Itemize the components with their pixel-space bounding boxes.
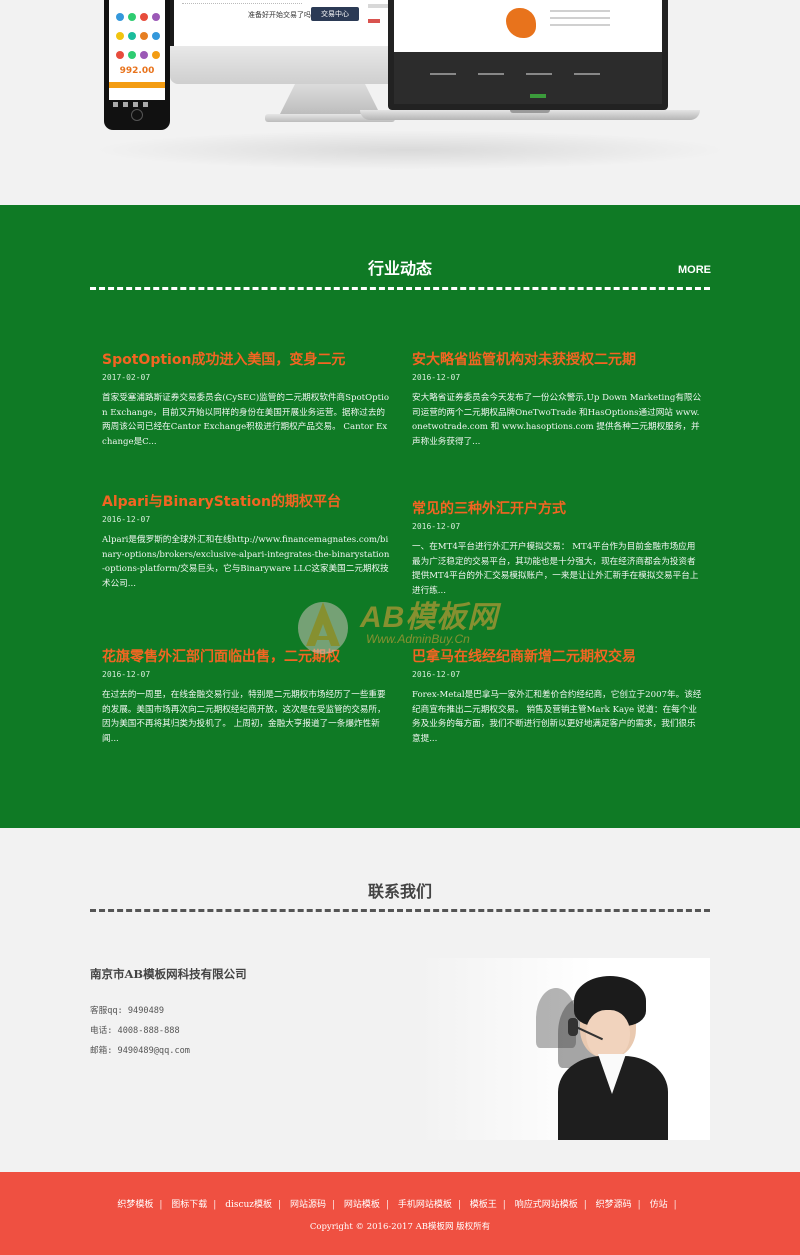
- footer-link-separator: |: [673, 1200, 677, 1210]
- news-item[interactable]: SpotOption成功进入美国，变身二元 2017-02-07 首家受塞浦路斯…: [102, 351, 392, 449]
- phone-screen: 992.00: [109, 0, 165, 107]
- footer-link-separator: |: [457, 1200, 461, 1210]
- contact-qq: 客服qq: 9490489: [90, 1006, 165, 1016]
- laptop-image: [360, 0, 700, 130]
- footer-link[interactable]: 网站模板: [344, 1200, 380, 1210]
- contact-section: 联系我们 南京市AB模板网科技有限公司 客服qq: 9490489 电话: 40…: [0, 828, 800, 1172]
- copyright-text: Copyright © 2016-2017 AB模板网 版权所有: [309, 1222, 491, 1232]
- news-item-date: 2016-12-07: [102, 515, 151, 524]
- watermark-url: Www.AdminBuy.Cn: [366, 632, 470, 646]
- footer-link[interactable]: 仿站: [650, 1200, 668, 1210]
- footer-link-separator: |: [331, 1200, 336, 1210]
- industry-news-section: 行业动态 MORE SpotOption成功进入美国，变身二元 2017-02-…: [0, 205, 800, 828]
- news-item-summary: 首家受塞浦路斯证券交易委员会(CySEC)监管的二元期权软件商SpotOptio…: [102, 393, 390, 447]
- page: 准备好开始交易了吗？ 交易中心 992.00 行业动态 MORE SpotOpt…: [0, 0, 800, 1255]
- news-item-date: 2016-12-07: [412, 373, 461, 382]
- news-divider: [90, 287, 710, 290]
- footer-link-separator: |: [213, 1200, 217, 1210]
- footer-link-separator: |: [278, 1200, 282, 1210]
- devices-banner: 准备好开始交易了吗？ 交易中心 992.00: [0, 0, 800, 205]
- news-item[interactable]: 常见的三种外汇开户方式 2016-12-07 一、在MT4平台进行外汇开户模拟交…: [412, 500, 702, 598]
- news-item-summary: 在过去的一周里，在线金融交易行业，特别是二元期权市场经历了一些重要的发展。美国市…: [102, 690, 386, 744]
- news-item[interactable]: Alpari与BinaryStation的期权平台 2016-12-07 Alp…: [102, 493, 392, 591]
- news-item-summary: Forex-Metal是巴拿马一家外汇和差价合约经纪商，它创立于2007年。该经…: [412, 690, 702, 744]
- news-item-date: 2017-02-07: [102, 373, 151, 382]
- footer-link[interactable]: 织梦源码: [596, 1200, 632, 1210]
- footer-link-separator: |: [637, 1200, 641, 1210]
- monitor-prompt-text: 准备好开始交易了吗？: [248, 11, 318, 19]
- footer-link-separator: |: [583, 1200, 587, 1210]
- news-item-date: 2016-12-07: [412, 522, 461, 531]
- news-item-summary: 安大略省证券委员会今天发布了一份公众警示,Up Down Marketing有限…: [412, 393, 702, 447]
- footer-link[interactable]: 网站源码: [290, 1200, 326, 1210]
- contact-email: 邮箱: 9490489@qq.com: [90, 1046, 190, 1056]
- footer-link[interactable]: 模板王: [470, 1200, 497, 1210]
- watermark-title: AB模板网: [360, 601, 499, 634]
- news-item-date: 2016-12-07: [412, 670, 461, 679]
- footer-links: 织梦模板 | 图标下载 | discuz模板 | 网站源码 | 网站模板 | 手机网站模板…: [0, 1197, 800, 1210]
- ab-logo-icon: [298, 602, 348, 654]
- news-item[interactable]: 安大略省监管机构对未获授权二元期 2016-12-07 安大略省证券委员会今天发…: [412, 351, 702, 449]
- phone-price: 992.00: [119, 66, 155, 76]
- news-item-summary: Alpari是俄罗斯的全球外汇和在线http://www.financemagn…: [102, 535, 390, 589]
- news-item-title[interactable]: SpotOption成功进入美国，变身二元: [102, 351, 392, 369]
- floor-shadow: [90, 130, 730, 170]
- footer-link-separator: |: [502, 1200, 506, 1210]
- footer-link[interactable]: discuz模板: [225, 1200, 272, 1210]
- contact-section-title: 联系我们: [367, 882, 432, 901]
- trade-center-button: 交易中心: [311, 7, 359, 21]
- phone-image: 992.00: [104, 0, 170, 130]
- contact-divider: [90, 909, 710, 912]
- news-item-title[interactable]: Alpari与BinaryStation的期权平台: [102, 493, 392, 511]
- news-item-title[interactable]: 常见的三种外汇开户方式: [412, 500, 702, 518]
- company-name: 南京市AB模板网科技有限公司: [90, 967, 247, 981]
- footer-link[interactable]: 响应式网站模板: [515, 1200, 578, 1210]
- footer-link-separator: |: [385, 1200, 389, 1210]
- customer-service-photo: [418, 958, 710, 1140]
- watermark-logo: AB模板网 Www.AdminBuy.Cn: [296, 590, 516, 670]
- footer-link-separator: |: [159, 1200, 163, 1210]
- footer-link[interactable]: 图标下载: [171, 1200, 207, 1210]
- footer: 织梦模板 | 图标下载 | discuz模板 | 网站源码 | 网站模板 | 手机网站模板…: [0, 1172, 800, 1255]
- more-link[interactable]: MORE: [678, 264, 711, 276]
- footer-link[interactable]: 手机网站模板: [398, 1200, 452, 1210]
- phone-home-button: [131, 109, 143, 121]
- news-item-title[interactable]: 安大略省监管机构对未获授权二元期: [412, 351, 702, 369]
- contact-phone: 电话: 4008-888-888: [90, 1026, 180, 1036]
- footer-link[interactable]: 织梦模板: [117, 1200, 153, 1210]
- news-item-date: 2016-12-07: [102, 670, 151, 679]
